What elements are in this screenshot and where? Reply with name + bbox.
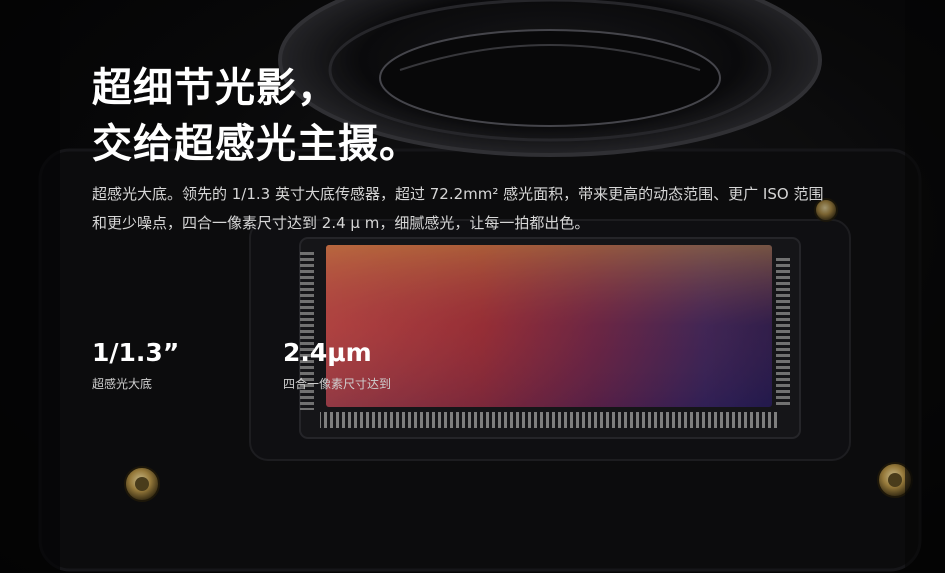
headline-line-2: 交给超感光主摄。 [92, 121, 420, 167]
headline-line-1: 超细节光影， [92, 65, 338, 111]
stat-pixel-size-label: 四合一像素尺寸达到 [283, 377, 392, 391]
camera-feature-banner: 超细节光影， 交给超感光主摄。 超感光大底。领先的 1/1.3 英寸大底传感器，… [0, 0, 945, 573]
stat-sensor-size: 1/1.3” 超感光大底 [92, 336, 179, 392]
feature-description: 超感光大底。领先的 1/1.3 英寸大底传感器，超过 72.2mm² 感光面积，… [92, 185, 824, 232]
stat-pixel-size: 2.4μm 四合一像素尺寸达到 [283, 336, 391, 392]
stat-pixel-size-value: 2.4μm [283, 338, 372, 367]
stat-sensor-size-label: 超感光大底 [92, 377, 153, 391]
stat-sensor-size-value: 1/1.3” [92, 338, 180, 367]
headline: 超细节光影， 交给超感光主摄。 [92, 60, 420, 172]
